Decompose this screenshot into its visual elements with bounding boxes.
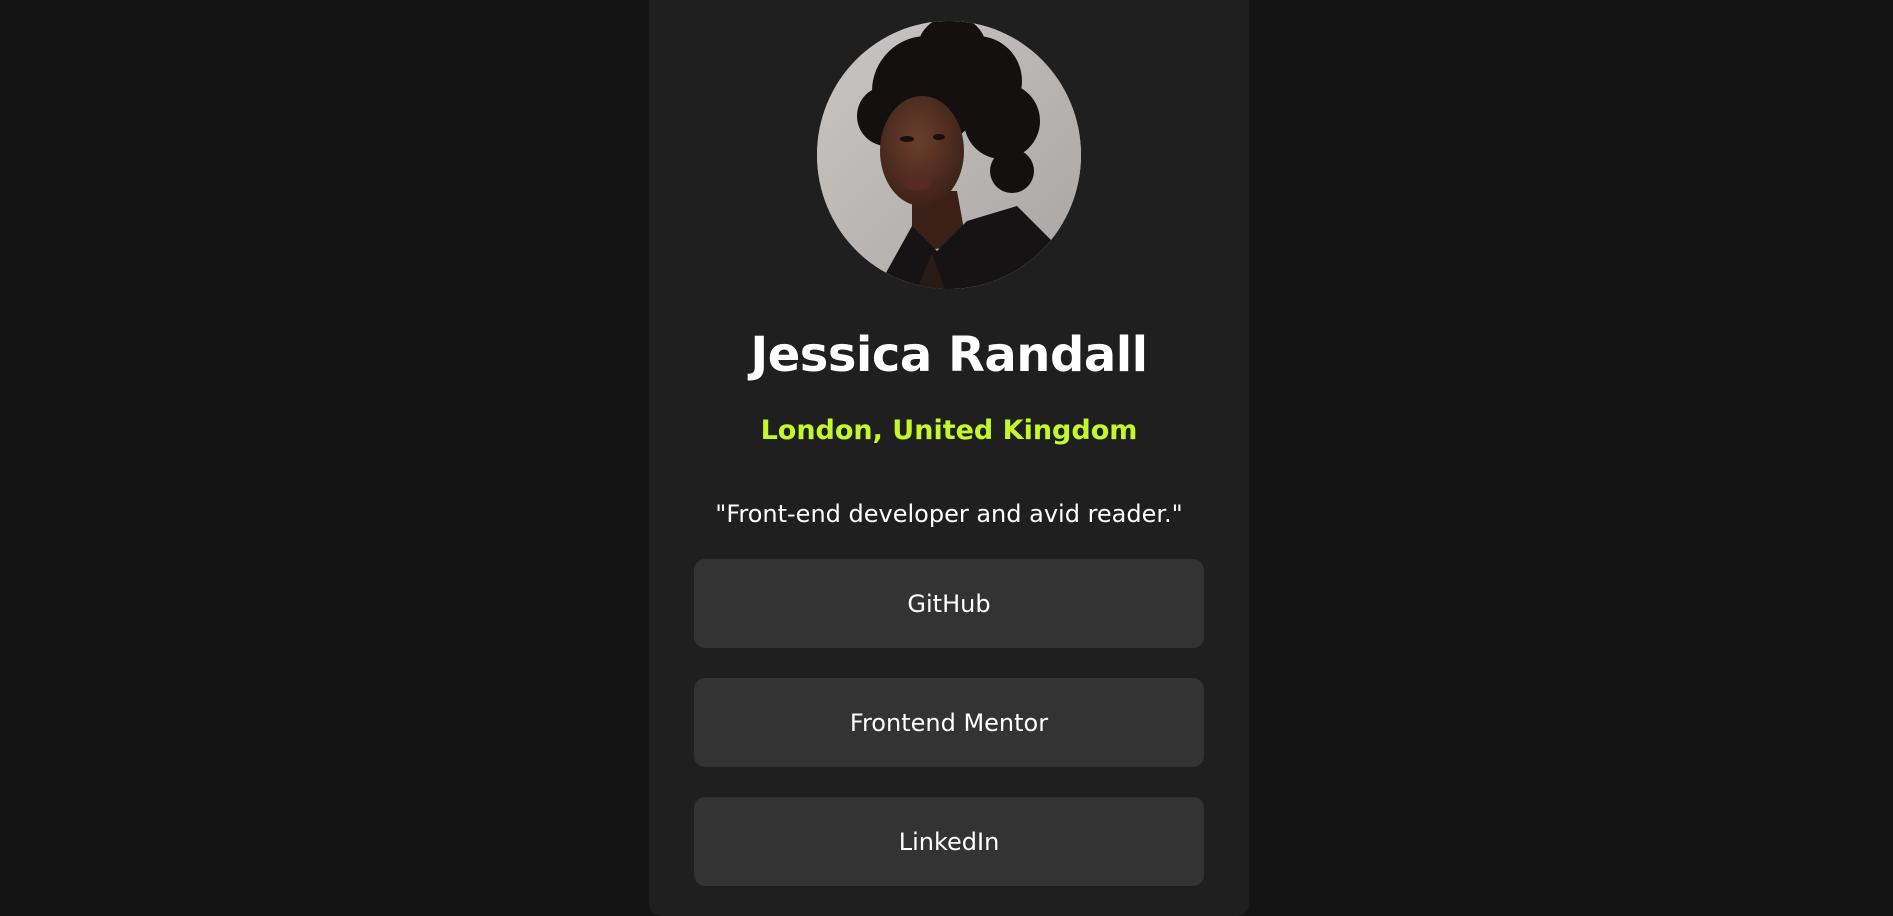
profile-location: London, United Kingdom (760, 415, 1138, 446)
profile-name: Jessica Randall (750, 327, 1148, 383)
avatar (817, 21, 1081, 289)
github-link-button[interactable]: GitHub (694, 559, 1204, 648)
profile-bio: "Front-end developer and avid reader." (715, 500, 1183, 528)
avatar-portrait-image (817, 21, 1081, 289)
frontend-mentor-link-button[interactable]: Frontend Mentor (694, 678, 1204, 767)
linkedin-link-button[interactable]: LinkedIn (694, 797, 1204, 886)
